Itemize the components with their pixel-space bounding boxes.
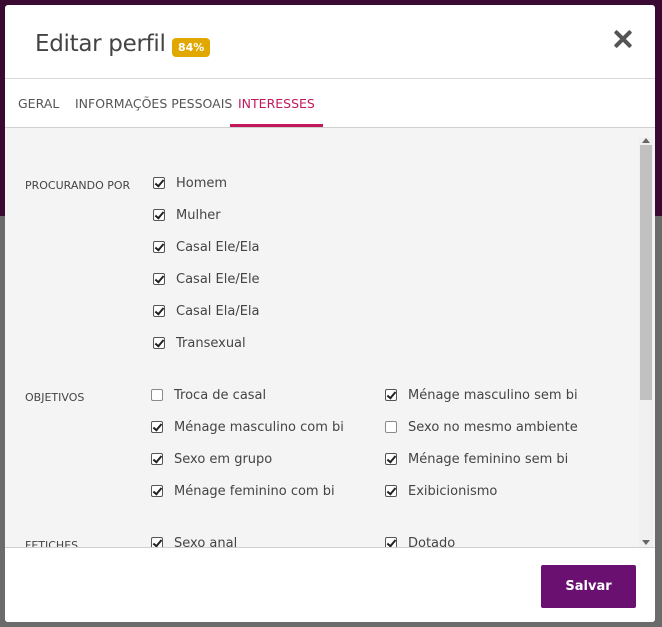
option-label: Homem [176,175,228,191]
option-dotado[interactable]: Dotado [385,534,456,548]
option-sexo-no-mesmo-ambiente[interactable]: Sexo no mesmo ambiente [385,418,578,436]
option-label: Ménage masculino com bi [174,419,344,435]
section-label-fetiches: FETICHES [25,539,79,548]
checkbox[interactable] [151,485,163,497]
checkbox[interactable] [151,537,163,547]
option-sexo-anal[interactable]: Sexo anal [151,534,238,548]
option-label: Sexo em grupo [174,451,273,467]
checkbox[interactable] [385,453,397,465]
checkbox[interactable] [385,421,397,433]
modal-title: Editar perfil [35,31,166,57]
profile-completion-badge: 84% [172,38,211,57]
tab-interesses[interactable]: INTERESSES [230,79,323,127]
checkbox[interactable] [151,421,163,433]
section-label-procurando: PROCURANDO POR [25,179,131,192]
option-sexo-em-grupo[interactable]: Sexo em grupo [151,450,272,468]
option-label: Sexo anal [174,535,238,548]
option-label: Dotado [408,535,456,548]
checkbox[interactable] [153,241,165,253]
modal-body: PROCURANDO POR Homem Mulher Casal Ele/El… [5,128,655,548]
option-menage-feminino-sem-bi[interactable]: Ménage feminino sem bi [385,450,568,468]
option-casal-ela-ela[interactable]: Casal Ela/Ela [153,302,260,320]
section-label-objetivos: OBJETIVOS [25,391,85,404]
checkbox[interactable] [153,177,165,189]
option-label: Casal Ela/Ela [176,303,260,319]
checkbox[interactable] [153,273,165,285]
tab-geral[interactable]: GERAL [18,79,59,128]
option-troca-de-casal[interactable]: Troca de casal [151,386,266,404]
checkbox[interactable] [153,305,165,317]
option-menage-masculino-com-bi[interactable]: Ménage masculino com bi [151,418,344,436]
option-label: Transexual [176,335,246,351]
close-icon[interactable] [611,27,635,51]
checkbox[interactable] [385,485,397,497]
scrollbar-thumb[interactable] [640,145,652,400]
option-homem[interactable]: Homem [153,174,227,192]
modal-footer: Salvar [5,548,655,622]
checkbox[interactable] [385,389,397,401]
checkbox[interactable] [385,537,397,547]
option-label: Casal Ele/Ela [176,239,260,255]
option-transexual[interactable]: Transexual [153,334,246,352]
scroll-down-arrow-icon[interactable] [642,540,650,545]
option-menage-masculino-sem-bi[interactable]: Ménage masculino sem bi [385,386,578,404]
option-label: Sexo no mesmo ambiente [408,419,578,435]
checkbox[interactable] [151,389,163,401]
checkbox[interactable] [151,453,163,465]
option-casal-ele-ele[interactable]: Casal Ele/Ele [153,270,260,288]
checkbox[interactable] [153,337,165,349]
option-label: Mulher [176,207,221,223]
option-casal-ele-ela[interactable]: Casal Ele/Ela [153,238,260,256]
option-label: Ménage feminino sem bi [408,451,569,467]
option-label: Ménage feminino com bi [174,483,335,499]
edit-profile-modal: Editar perfil 84% GERAL INFORMAÇÕES PESS… [5,5,655,622]
modal-header: Editar perfil 84% [5,5,655,79]
option-label: Exibicionismo [408,483,498,499]
scrollbar[interactable] [639,138,653,547]
option-exibicionismo[interactable]: Exibicionismo [385,482,497,500]
option-label: Ménage masculino sem bi [408,387,578,403]
checkbox[interactable] [153,209,165,221]
option-label: Casal Ele/Ele [176,271,260,287]
option-label: Troca de casal [174,387,267,403]
scroll-up-arrow-icon[interactable] [642,138,650,143]
tab-bar: GERAL INFORMAÇÕES PESSOAIS INTERESSES [5,79,655,128]
tab-informacoes-pessoais[interactable]: INFORMAÇÕES PESSOAIS [75,79,232,128]
save-button[interactable]: Salvar [541,565,636,608]
option-menage-feminino-com-bi[interactable]: Ménage feminino com bi [151,482,335,500]
option-mulher[interactable]: Mulher [153,206,221,224]
